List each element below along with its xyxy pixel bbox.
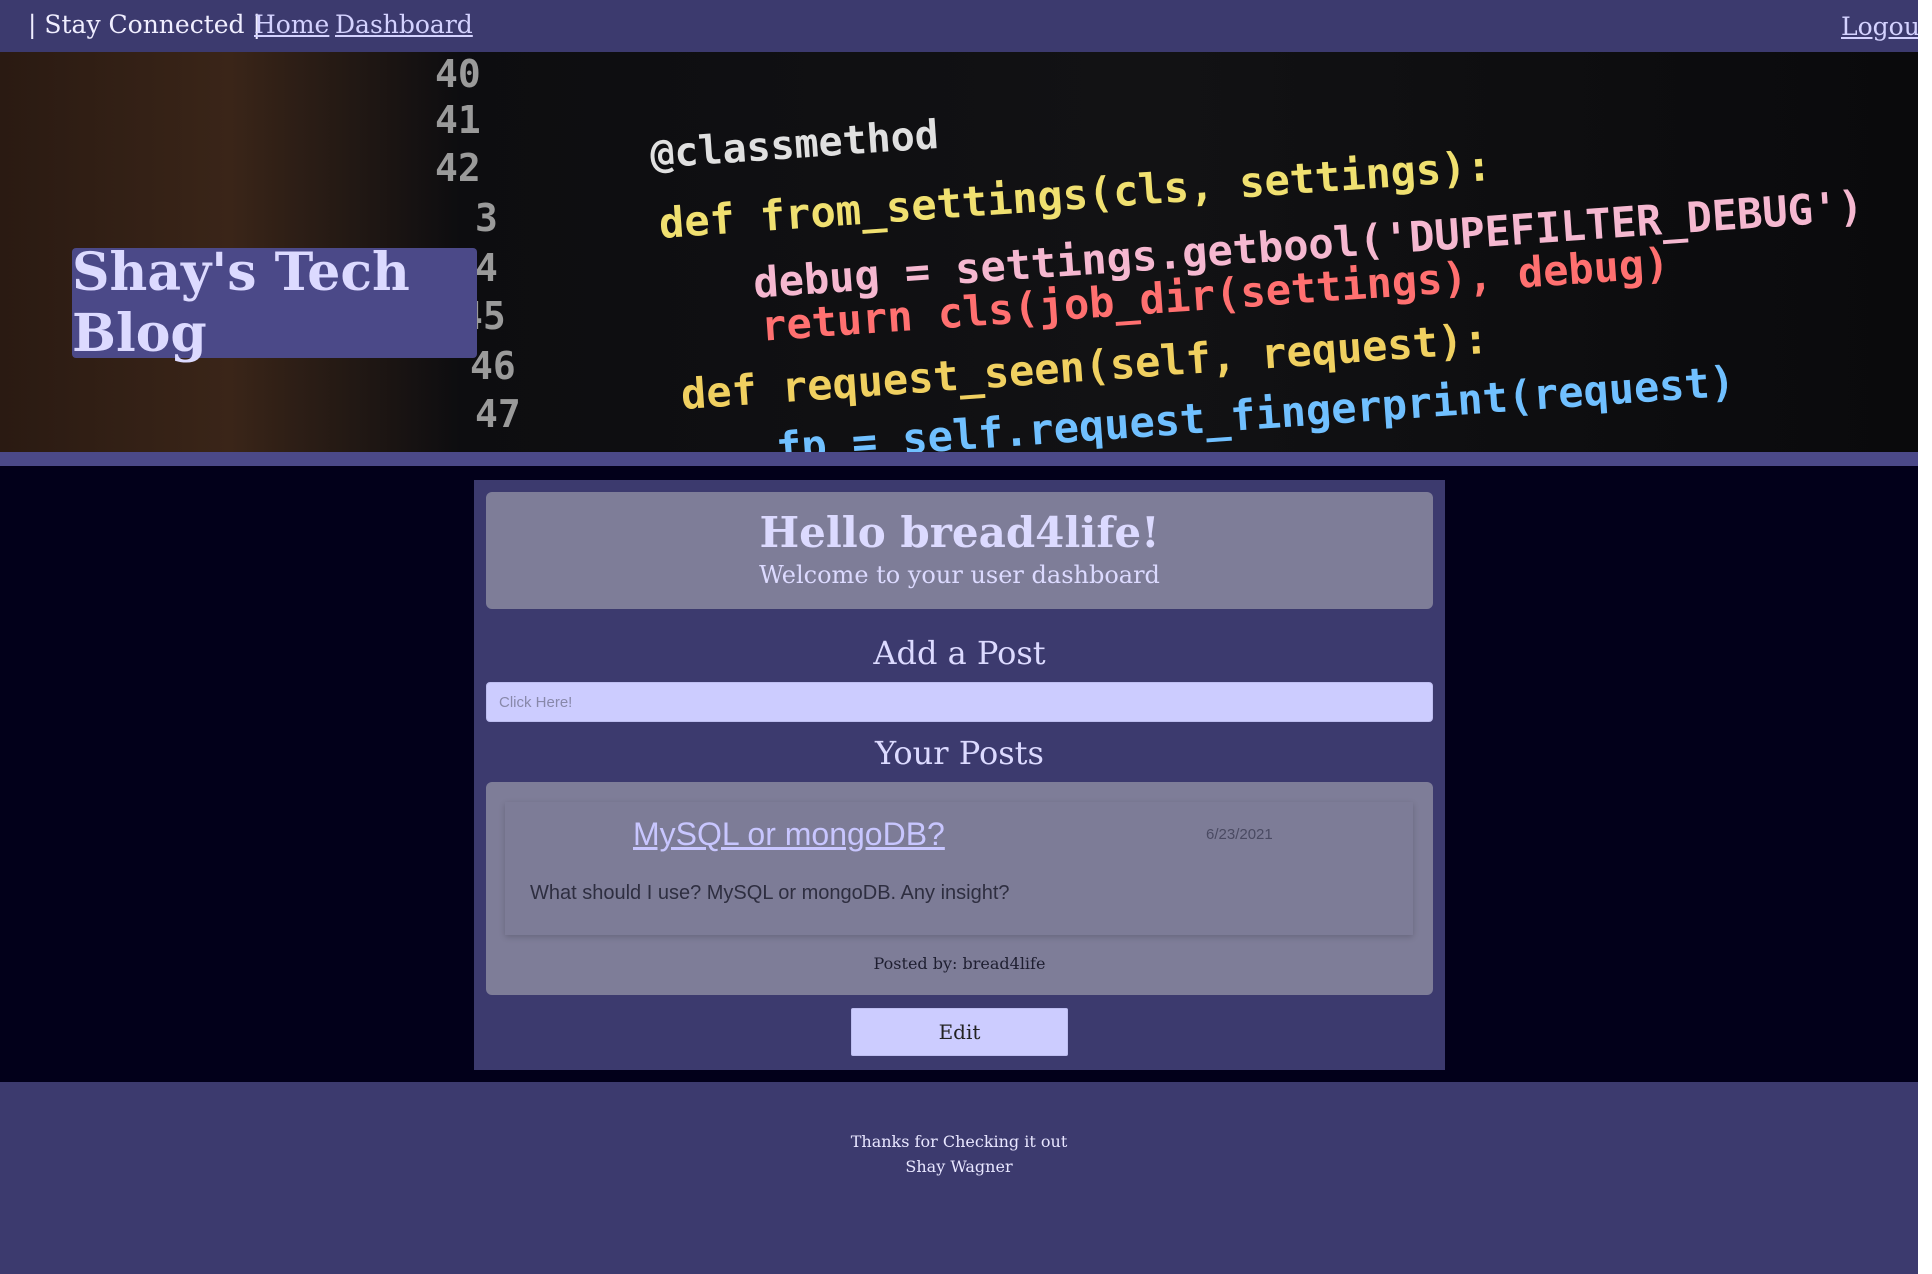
greeting-subtitle: Welcome to your user dashboard	[759, 561, 1160, 589]
hero-title-box: Shay's Tech Blog	[72, 242, 477, 364]
post-body: What should I use? MySQL or mongoDB. Any…	[530, 882, 1010, 904]
code-line-number: 4	[475, 246, 498, 290]
post-title-link[interactable]: MySQL or mongoDB?	[633, 816, 945, 853]
code-line-number: 40	[435, 52, 481, 96]
window-edge	[1918, 0, 1932, 1274]
your-posts-heading: Your Posts	[875, 734, 1044, 772]
dashboard-panel: Hello bread4life! Welcome to your user d…	[474, 480, 1445, 1070]
hero-title: Shay's Tech Blog	[72, 242, 410, 364]
footer: Thanks for Checking it out Shay Wagner	[0, 1082, 1918, 1274]
add-post-input[interactable]	[486, 682, 1433, 722]
code-line-number: 47	[475, 392, 521, 436]
hero-banner: 40 41 42 3 4 45 46 47 @classmethod def f…	[0, 52, 1918, 452]
nav-home-link[interactable]: Home	[254, 10, 329, 39]
add-post-heading: Add a Post	[873, 634, 1046, 672]
footer-author: Shay Wagner	[905, 1157, 1013, 1176]
post-author: Posted by: bread4life	[873, 954, 1046, 973]
post-date: 6/23/2021	[1206, 826, 1273, 843]
post-item: MySQL or mongoDB? 6/23/2021 What should …	[505, 802, 1413, 935]
hero-divider	[0, 452, 1918, 466]
posts-card: MySQL or mongoDB? 6/23/2021 What should …	[486, 782, 1433, 995]
greeting-title: Hello bread4life!	[759, 508, 1160, 557]
code-line-number: 42	[435, 146, 481, 190]
code-line-number: 3	[475, 196, 498, 240]
footer-thanks: Thanks for Checking it out	[850, 1132, 1068, 1151]
edit-button[interactable]: Edit	[851, 1008, 1068, 1056]
top-navbar: | Stay Connected | Home Dashboard Logout	[0, 0, 1930, 52]
code-line-number: 41	[435, 98, 481, 142]
logout-link[interactable]: Logout	[1841, 12, 1930, 41]
site-brand: | Stay Connected |	[28, 10, 261, 39]
nav-dashboard-link[interactable]: Dashboard	[335, 10, 473, 39]
code-line: @classmethod	[648, 111, 941, 179]
greeting-card: Hello bread4life! Welcome to your user d…	[486, 492, 1433, 609]
